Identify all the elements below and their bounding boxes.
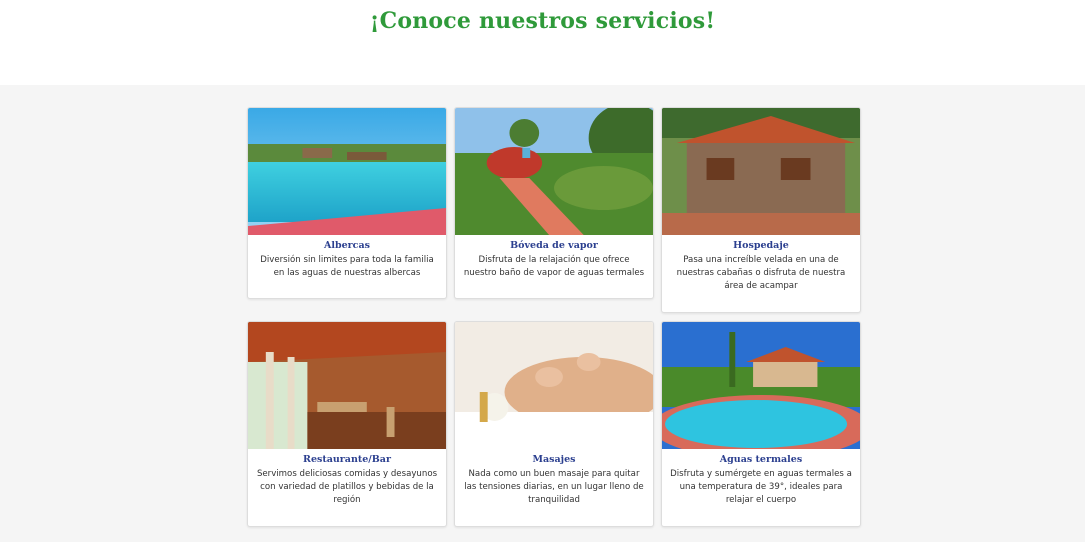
page-title: ¡Conoce nuestros servicios! [369, 8, 716, 34]
service-title: Albercas [324, 240, 370, 251]
cabin-photo [662, 108, 860, 235]
service-card-aguas-termales[interactable]: Aguas termales Disfruta y sumérgete en a… [661, 321, 861, 527]
service-description: Diversión sin limites para toda la famil… [260, 255, 434, 278]
service-title: Hospedaje [733, 240, 789, 251]
massage-photo [455, 322, 653, 449]
page-header: ¡Conoce nuestros servicios! [0, 0, 1085, 85]
pool-photo [248, 108, 446, 235]
service-description: Servimos deliciosas comidas y desayunos … [256, 469, 438, 505]
thermal-pool-photo [662, 322, 860, 449]
service-card-boveda[interactable]: Bóveda de vapor Disfruta de la relajació… [454, 107, 654, 299]
service-card-albercas[interactable]: Albercas Diversión sin limites para toda… [247, 107, 447, 299]
service-title: Aguas termales [719, 454, 803, 465]
service-description: Pasa una increíble velada en una de nues… [676, 255, 846, 291]
services-section: Albercas Diversión sin limites para toda… [0, 85, 1085, 542]
service-description: Disfruta de la relajación que ofrece nue… [463, 255, 645, 278]
service-card-restaurante[interactable]: Restaurante/Bar Servimos deliciosas comi… [247, 321, 447, 527]
services-grid: Albercas Diversión sin limites para toda… [247, 107, 861, 527]
service-title: Restaurante/Bar [303, 454, 391, 465]
service-title: Bóveda de vapor [510, 240, 598, 251]
service-card-hospedaje[interactable]: Hospedaje Pasa una increíble velada en u… [661, 107, 861, 313]
steam-vault-photo [455, 108, 653, 235]
service-card-masajes[interactable]: Masajes Nada como un buen masaje para qu… [454, 321, 654, 527]
service-description: Disfruta y sumérgete en aguas termales a… [670, 469, 852, 505]
service-description: Nada como un buen masaje para quitar las… [464, 469, 644, 505]
service-title: Masajes [532, 454, 576, 465]
restaurant-photo [248, 322, 446, 449]
